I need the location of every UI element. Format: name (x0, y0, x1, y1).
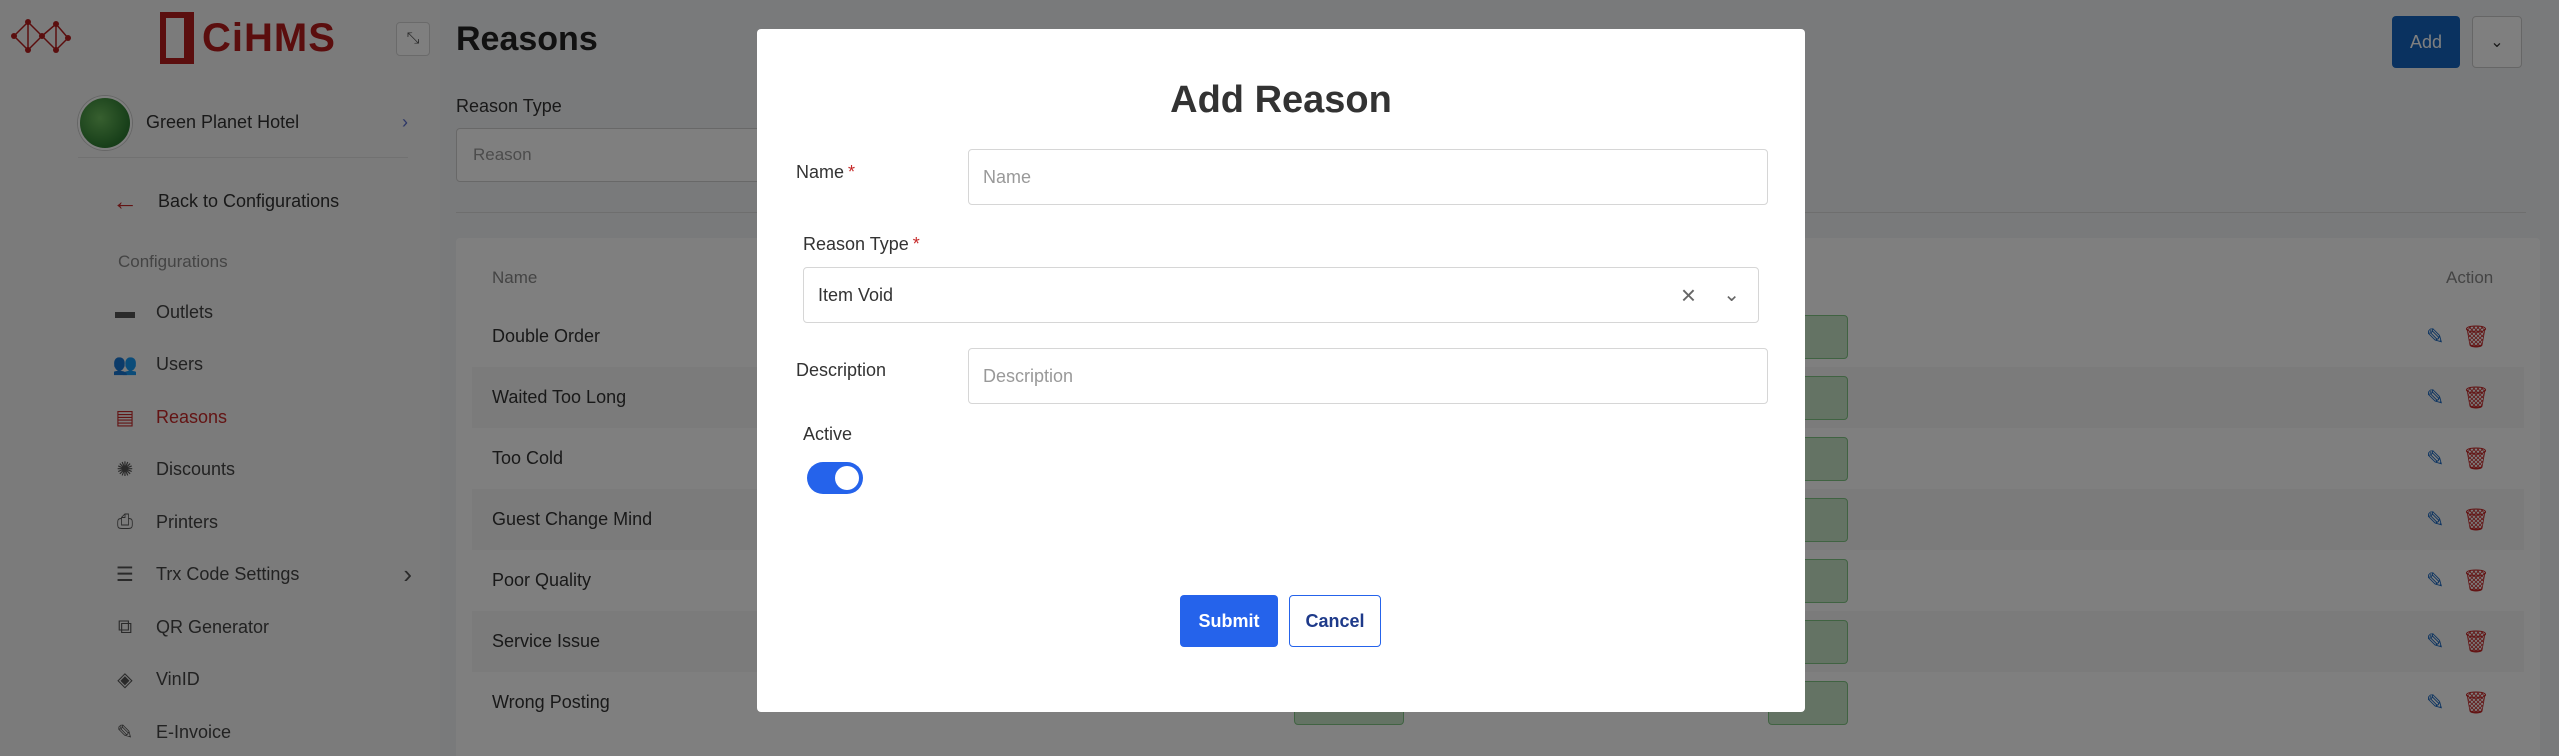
required-mark: * (912, 234, 920, 254)
required-mark: * (848, 162, 856, 182)
clear-icon[interactable]: × (1681, 280, 1696, 311)
reason-type-select[interactable]: Item Void × ⌄ (803, 267, 1759, 323)
name-label: Name * (796, 162, 855, 183)
name-label-text: Name (796, 162, 845, 182)
toggle-knob (835, 466, 859, 490)
active-label: Active (803, 424, 853, 444)
dialog-title: Add Reason (1170, 79, 1392, 121)
reason-type-label: Reason Type * (803, 234, 920, 255)
reason-type-label-text: Reason Type (803, 234, 909, 254)
description-field[interactable]: Description (968, 348, 1768, 404)
reason-type-value: Item Void (818, 284, 894, 305)
active-toggle[interactable] (807, 462, 863, 494)
cancel-button[interactable]: Cancel (1289, 595, 1381, 647)
chevron-down-icon[interactable]: ⌄ (1723, 282, 1740, 307)
add-reason-dialog: Add Reason Name * Name Reason Type * Item … (757, 29, 1805, 712)
name-field[interactable]: Name (968, 149, 1768, 205)
description-label: Description (796, 360, 887, 380)
submit-button[interactable]: Submit (1180, 595, 1278, 647)
